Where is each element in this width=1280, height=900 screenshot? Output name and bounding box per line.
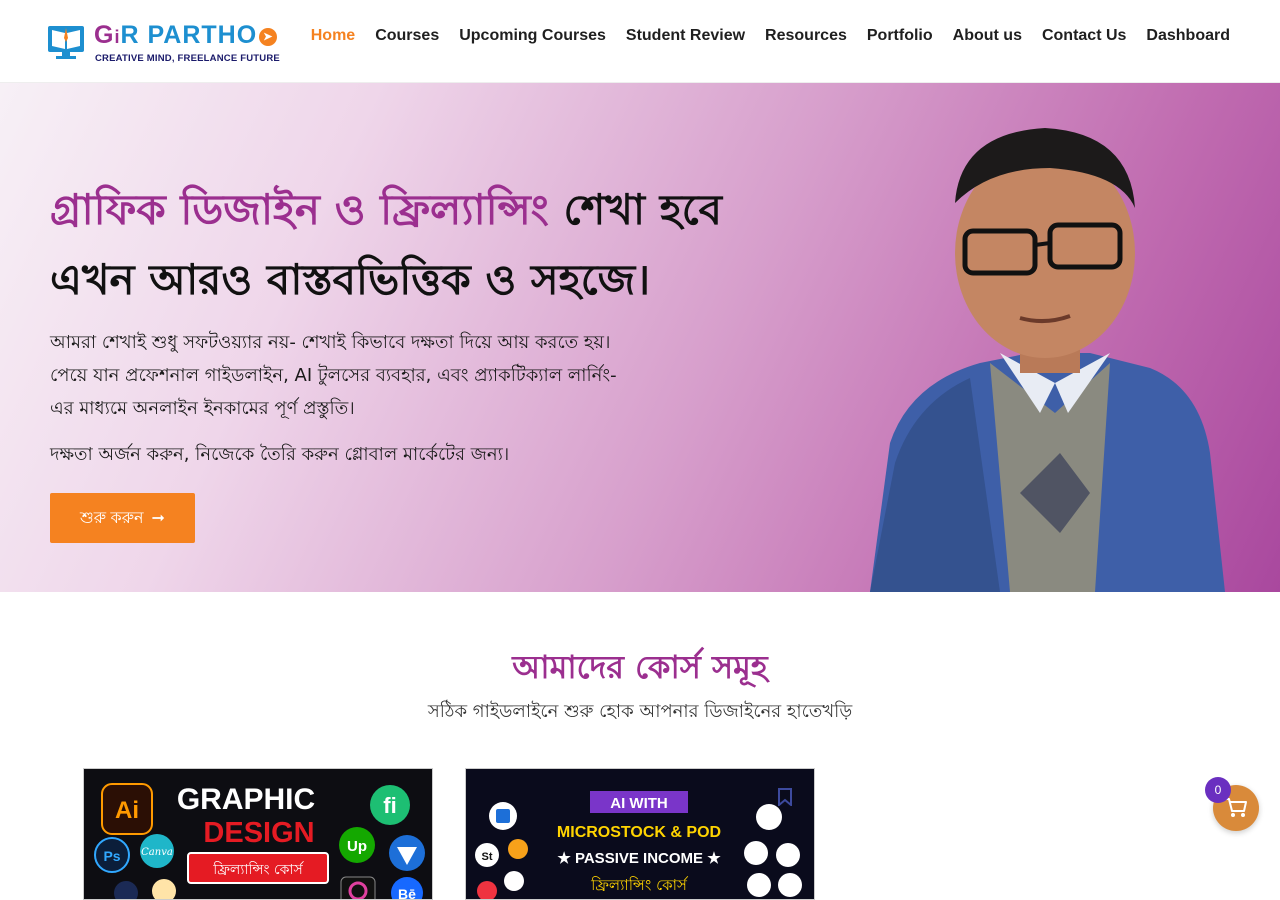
svg-text:Ai: Ai xyxy=(115,797,139,824)
courses-section-title: আমাদের কোর্স সমূহ xyxy=(512,648,768,686)
stock-icon xyxy=(508,839,528,859)
leonardo-icon xyxy=(776,843,800,867)
nav-resources[interactable]: Resources xyxy=(765,27,847,45)
instructor-photo xyxy=(870,128,1225,592)
nav-about-us[interactable]: About us xyxy=(953,27,1022,45)
card2-line2: MICROSTOCK & POD xyxy=(557,824,721,841)
cart-icon xyxy=(1225,798,1247,817)
nav-home[interactable]: Home xyxy=(311,27,355,45)
nav-student-review[interactable]: Student Review xyxy=(626,27,745,45)
color-wheel-icon xyxy=(340,876,376,899)
hero-description: আমরা শেখাই শুধু সফটওয়্যার নয়- শেখাই কি… xyxy=(50,332,617,419)
logo-letter-o: O xyxy=(236,21,258,49)
hero-title: গ্রাফিক ডিজাইন ও ফ্রিল্যান্সিং শেখা হবে … xyxy=(50,175,790,315)
logo-letter-g: G xyxy=(94,21,115,49)
svg-text:fi: fi xyxy=(383,793,396,818)
courses-section-subtitle: সঠিক গাইডলাইনে শুরু হোক আপনার ডিজাইনের হ… xyxy=(427,701,853,722)
site-header: GiR PARTHO ➤ CREATIVE MIND, FREELANCE FUT… xyxy=(0,0,1280,83)
svg-text:Canva: Canva xyxy=(141,847,173,858)
hero-subtext: দক্ষতা অর্জন করুন, নিজেকে তৈরি করুন গ্লো… xyxy=(50,444,510,465)
card2-line3: ★ PASSIVE INCOME ★ xyxy=(557,850,721,867)
logo-wordmark: GiR PARTHO ➤ xyxy=(94,21,278,50)
nav-courses[interactable]: Courses xyxy=(375,27,439,45)
sailboat-icon xyxy=(756,804,782,830)
copyright-icon xyxy=(504,871,524,891)
start-button[interactable]: শুরু করুন ➞ xyxy=(50,493,195,543)
nav-portfolio[interactable]: Portfolio xyxy=(867,27,933,45)
logo-name: R PARTH xyxy=(120,21,237,49)
nav-dashboard[interactable]: Dashboard xyxy=(1146,27,1230,45)
logo-tagline: CREATIVE MIND, FREELANCE FUTURE xyxy=(95,53,280,64)
arrow-right-icon: ➞ xyxy=(151,510,165,527)
nav-contact-us[interactable]: Contact Us xyxy=(1042,27,1126,45)
cart-count-badge: 0 xyxy=(1205,777,1231,803)
svg-text:Up: Up xyxy=(347,838,367,855)
site-logo[interactable]: GiR PARTHO ➤ CREATIVE MIND, FREELANCE FUT… xyxy=(44,18,284,66)
svg-text:St: St xyxy=(482,851,493,863)
card2-line1: AI WITH xyxy=(610,795,668,812)
course-thumbnail-graphic-design: Ai Ps Canva GRAPHIC DESIGN ফ্রিল্যান্সিং… xyxy=(84,769,432,900)
svg-text:Bē: Bē xyxy=(398,886,416,900)
course-card-graphic-design[interactable]: Ai Ps Canva GRAPHIC DESIGN ফ্রিল্যান্সিং… xyxy=(83,768,433,900)
ai-tool-icon xyxy=(744,841,768,865)
start-button-label: শুরু করুন xyxy=(80,509,144,527)
card1-badge-text: ফ্রিল্যান্সিং কোর্স xyxy=(212,861,304,878)
card2-badge-text: ফ্রিল্যান্সিং কোর্স xyxy=(590,876,689,894)
logo-book-icon xyxy=(48,26,84,59)
logo-cursor-icon: ➤ xyxy=(259,28,278,46)
hero-section: গ্রাফিক ডিজাইন ও ফ্রিল্যান্সিং শেখা হবে … xyxy=(0,83,1280,592)
openai-icon xyxy=(778,873,802,897)
bookmark-icon[interactable] xyxy=(778,788,792,806)
card1-line1: GRAPHIC xyxy=(177,783,315,816)
midjourney-icon xyxy=(747,873,771,897)
card1-line2: DESIGN xyxy=(203,817,314,849)
course-thumbnail-ai-microstock: AI WITH MICROSTOCK & POD ★ PASSIVE INCOM… xyxy=(466,769,814,899)
course-card-ai-microstock[interactable]: AI WITH MICROSTOCK & POD ★ PASSIVE INCOM… xyxy=(465,768,815,900)
nav-upcoming-courses[interactable]: Upcoming Courses xyxy=(459,27,606,45)
main-nav: Home Courses Upcoming Courses Student Re… xyxy=(291,27,1230,45)
hero-title-highlight: গ্রাফিক ডিজাইন ও ফ্রিল্যান্সিং xyxy=(50,185,549,234)
svg-text:Ps: Ps xyxy=(103,848,120,864)
